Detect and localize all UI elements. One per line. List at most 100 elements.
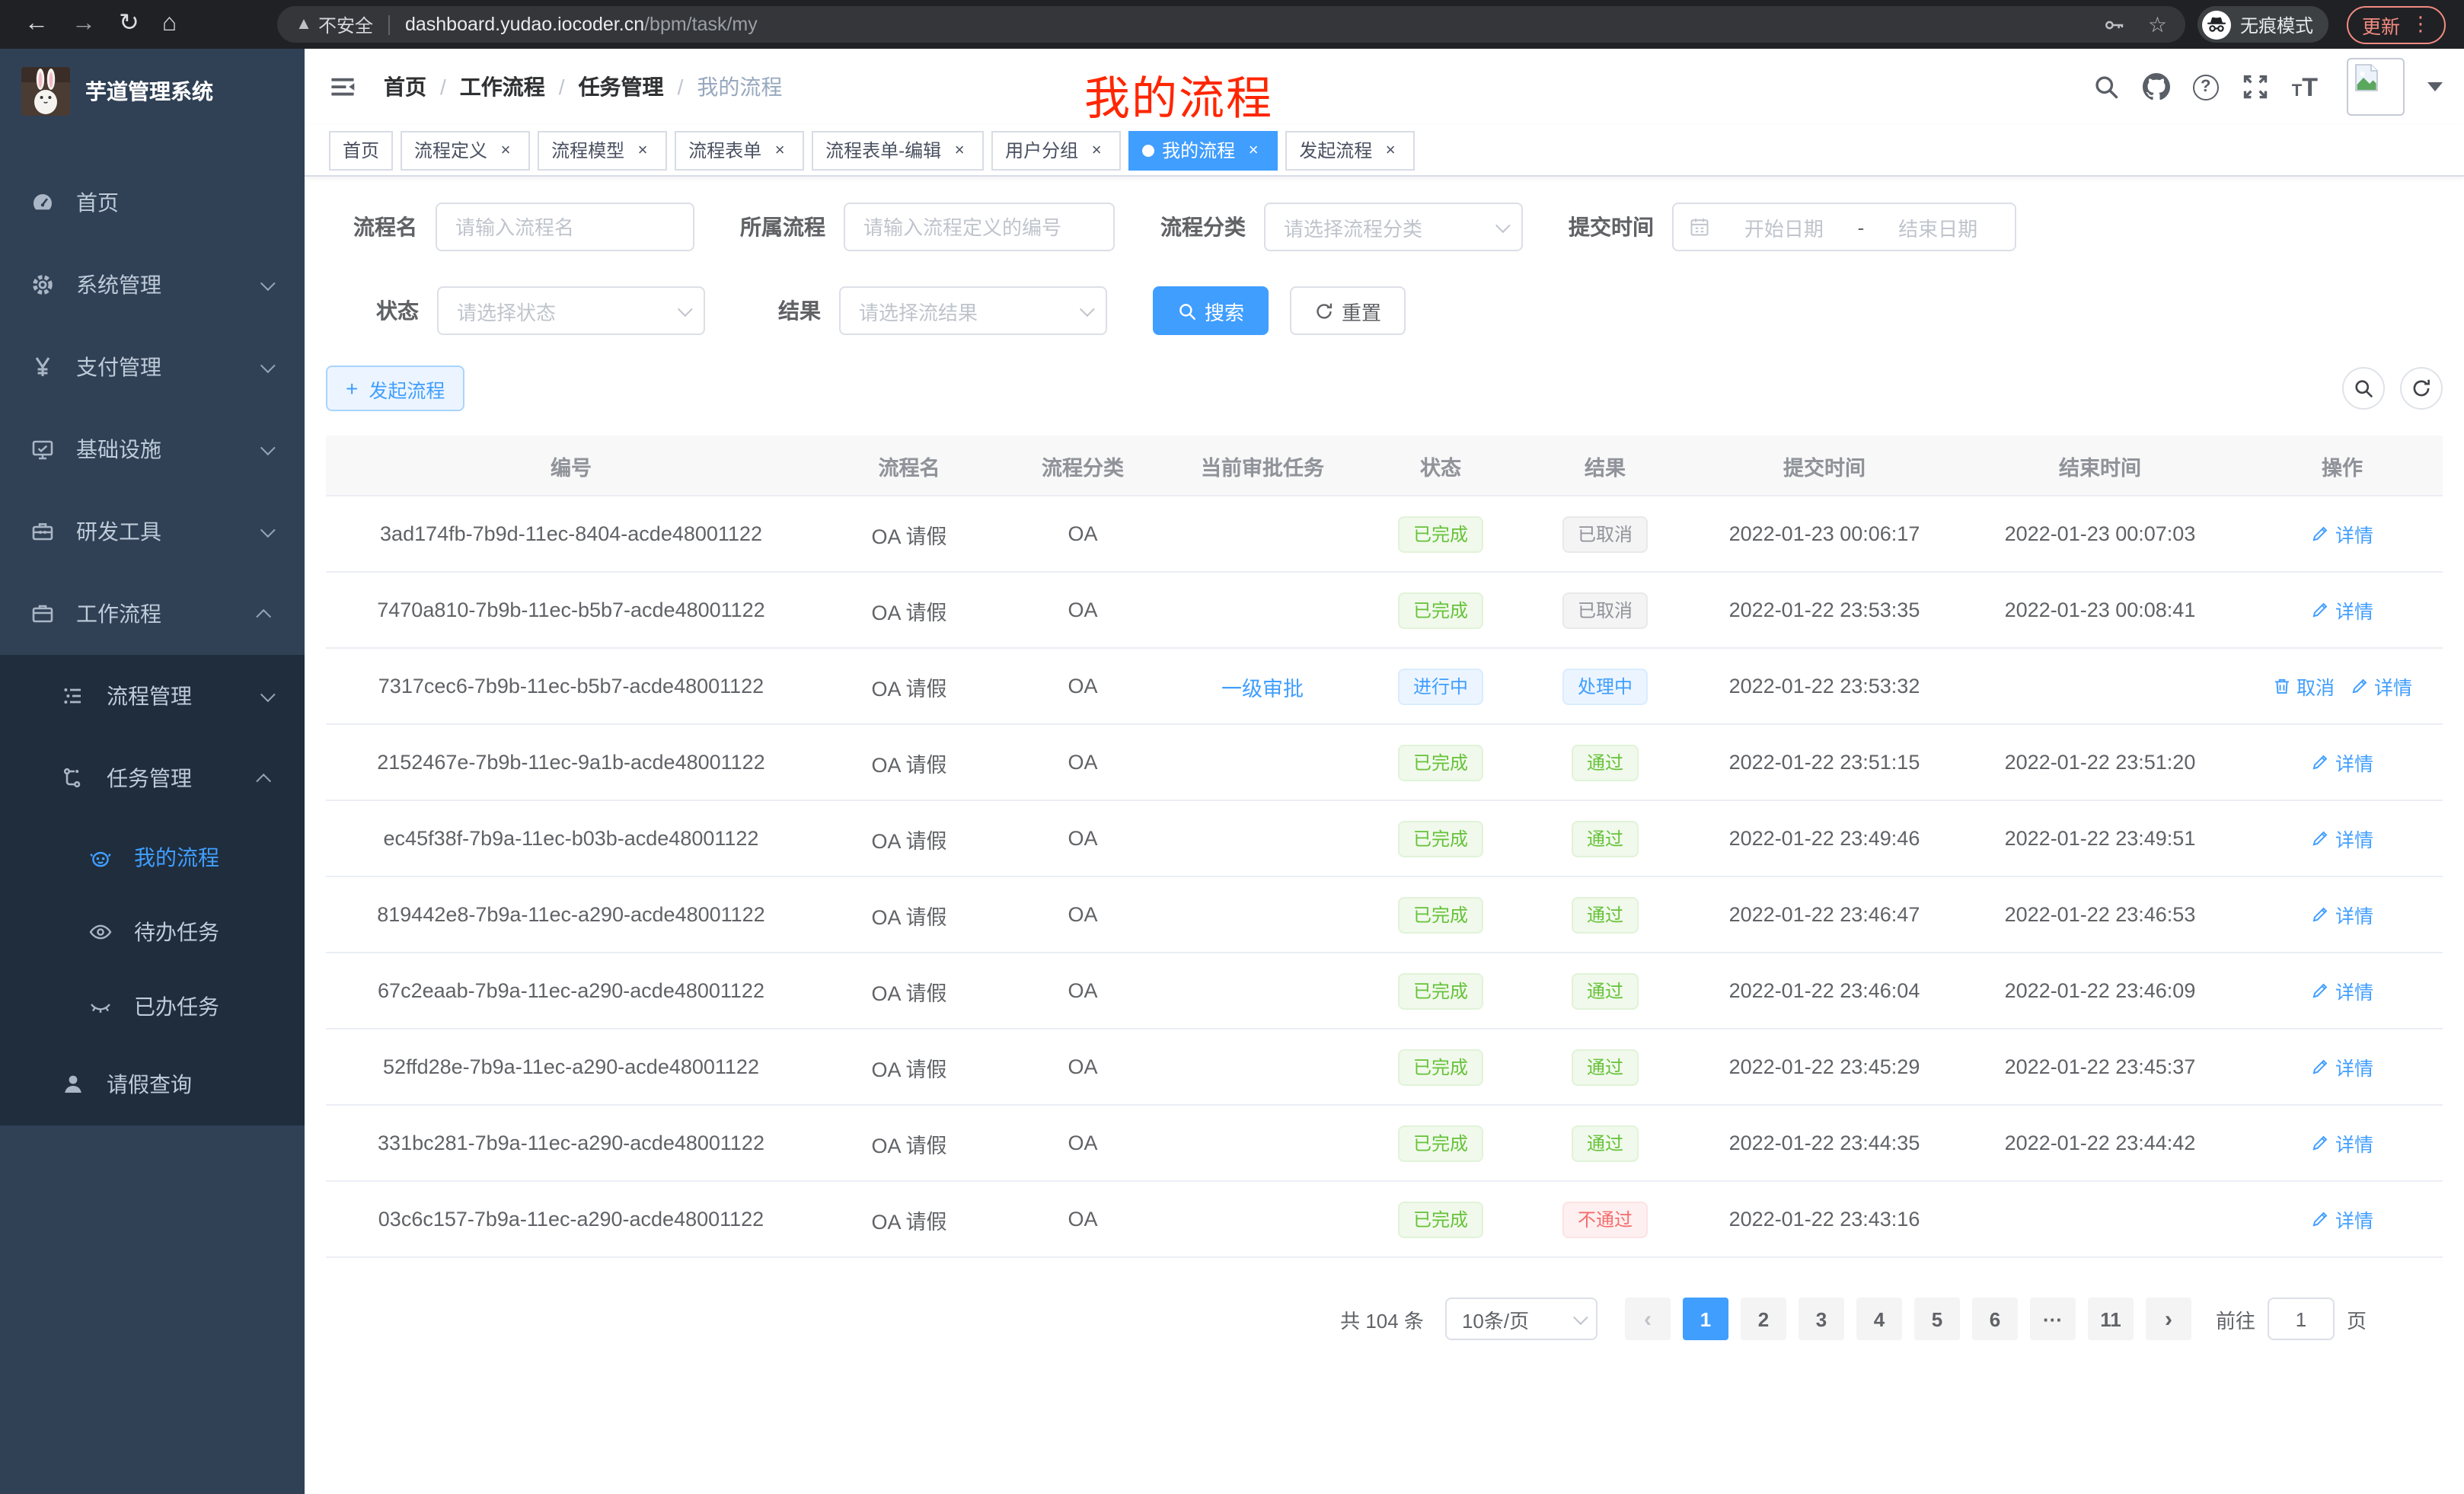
date-range-picker[interactable]: 开始日期 - 结束日期 — [1672, 203, 2016, 251]
detail-action-link[interactable]: 详情 — [2311, 900, 2373, 929]
close-icon[interactable]: × — [495, 139, 516, 161]
refresh-table-button[interactable] — [2400, 367, 2443, 410]
table-row: 3ad174fb-7b9d-11ec-8404-acde48001122OA 请… — [326, 496, 2443, 573]
page-button-11[interactable]: 11 — [2088, 1298, 2134, 1340]
bookmark-star-icon[interactable]: ☆ — [2148, 11, 2167, 37]
tab-首页[interactable]: 首页 — [329, 130, 393, 170]
result-select[interactable]: 请选择流结果 — [839, 286, 1107, 335]
page-button-1[interactable]: 1 — [1683, 1298, 1728, 1340]
page-size-select[interactable]: 10条/页 — [1445, 1298, 1597, 1340]
browser-menu-icon[interactable]: ⋮ — [2411, 12, 2430, 37]
github-icon[interactable] — [2143, 73, 2170, 101]
action-label: 详情 — [2335, 824, 2373, 853]
page-button-6[interactable]: 6 — [1972, 1298, 2018, 1340]
detail-action-link[interactable]: 详情 — [2311, 1205, 2373, 1234]
page-button-5[interactable]: 5 — [1914, 1298, 1960, 1340]
cancel-action-link[interactable]: 取消 — [2272, 672, 2335, 701]
goto-page-input[interactable] — [2268, 1298, 2335, 1340]
sidebar-item-任务管理[interactable]: 任务管理 — [0, 737, 305, 819]
detail-action-link[interactable]: 详情 — [2311, 519, 2373, 548]
table-row: 2152467e-7b9b-11ec-9a1b-acde48001122OA 请… — [326, 725, 2443, 801]
action-label: 详情 — [2335, 976, 2373, 1005]
tab-我的流程[interactable]: 我的流程× — [1128, 130, 1278, 170]
sidebar-fold-icon[interactable] — [329, 73, 356, 101]
detail-action-link[interactable]: 详情 — [2350, 672, 2412, 701]
key-icon[interactable] — [2104, 13, 2127, 36]
sidebar-logo[interactable]: 芋道管理系统 — [0, 49, 305, 134]
detail-action-link[interactable]: 详情 — [2311, 748, 2373, 777]
sidebar-item-系统管理[interactable]: 系统管理 — [0, 244, 305, 326]
tab-发起流程[interactable]: 发起流程× — [1285, 130, 1415, 170]
cell-result: 通过 — [1520, 1049, 1690, 1085]
forward-icon[interactable]: → — [72, 12, 96, 37]
next-page-button[interactable]: › — [2146, 1298, 2191, 1340]
page-button-3[interactable]: 3 — [1799, 1298, 1844, 1340]
search-icon[interactable] — [2092, 73, 2120, 101]
sidebar-item-请假查询[interactable]: 请假查询 — [0, 1043, 305, 1125]
close-icon[interactable]: × — [1380, 139, 1401, 161]
cell-id: 819442e8-7b9a-11ec-a290-acde48001122 — [326, 903, 816, 926]
avatar-caret-icon[interactable] — [2427, 82, 2443, 91]
sidebar-item-支付管理[interactable]: 支付管理 — [0, 326, 305, 408]
fullscreen-icon[interactable] — [2242, 73, 2269, 101]
cell-end-time: 2022-01-22 23:45:37 — [1958, 1055, 2242, 1078]
page-list: 123456 ··· 11 — [1677, 1298, 2140, 1340]
detail-action-link[interactable]: 详情 — [2311, 824, 2373, 853]
status-badge: 已完成 — [1398, 1049, 1483, 1085]
breadcrumb: 首页/工作流程/任务管理/我的流程 — [384, 72, 782, 102]
home-icon[interactable]: ⌂ — [162, 12, 177, 37]
close-icon[interactable]: × — [1086, 139, 1107, 161]
sidebar-item-工作流程[interactable]: 工作流程 — [0, 573, 305, 655]
detail-action-link[interactable]: 详情 — [2311, 595, 2373, 624]
tab-流程定义[interactable]: 流程定义× — [401, 130, 530, 170]
breadcrumb-item-我的流程: 我的流程 — [697, 72, 782, 102]
category-select[interactable]: 请选择流程分类 — [1264, 203, 1523, 251]
browser-update-button[interactable]: 更新 ⋮ — [2347, 5, 2446, 43]
search-button[interactable]: 搜索 — [1153, 286, 1269, 335]
reload-icon[interactable]: ↻ — [119, 12, 139, 37]
close-icon[interactable]: × — [632, 139, 653, 161]
breadcrumb-item-首页[interactable]: 首页 — [384, 72, 426, 102]
sidebar-item-我的流程[interactable]: 我的流程 — [0, 819, 305, 894]
toggle-search-button[interactable] — [2342, 367, 2385, 410]
search-icon — [2353, 378, 2374, 399]
user-avatar[interactable] — [2347, 58, 2405, 116]
sidebar-item-已办任务[interactable]: 已办任务 — [0, 969, 305, 1043]
close-icon[interactable]: × — [769, 139, 790, 161]
sidebar-item-基础设施[interactable]: 基础设施 — [0, 408, 305, 490]
cell-submit-time: 2022-01-22 23:45:29 — [1690, 1055, 1958, 1078]
tab-用户分组[interactable]: 用户分组× — [991, 130, 1121, 170]
filter-submit-time: 提交时间 开始日期 - 结束日期 — [1569, 203, 2016, 251]
app-title: 芋道管理系统 — [85, 76, 213, 107]
name-input[interactable] — [437, 204, 693, 250]
cell-submit-time: 2022-01-22 23:46:47 — [1690, 903, 1958, 926]
close-icon[interactable]: × — [1243, 139, 1264, 161]
reset-button[interactable]: 重置 — [1290, 286, 1406, 335]
page-button-2[interactable]: 2 — [1741, 1298, 1786, 1340]
detail-action-link[interactable]: 详情 — [2311, 976, 2373, 1005]
address-bar[interactable]: ▲ 不安全 dashboard.yudao.iocoder.cn /bpm/ta… — [277, 6, 2185, 43]
font-size-icon[interactable]: TT — [2292, 74, 2318, 100]
process-input[interactable] — [845, 204, 1113, 250]
tab-流程表单[interactable]: 流程表单× — [675, 130, 804, 170]
detail-action-link[interactable]: 详情 — [2311, 1052, 2373, 1081]
page-size-value: 10条/页 — [1462, 1304, 1529, 1333]
breadcrumb-item-任务管理[interactable]: 任务管理 — [579, 72, 664, 102]
help-icon[interactable]: ? — [2193, 74, 2219, 100]
sidebar-item-首页[interactable]: 首页 — [0, 161, 305, 244]
detail-action-link[interactable]: 详情 — [2311, 1128, 2373, 1157]
tab-流程表单-编辑[interactable]: 流程表单-编辑× — [812, 130, 984, 170]
back-icon[interactable]: ← — [24, 12, 49, 37]
sidebar-item-研发工具[interactable]: 研发工具 — [0, 490, 305, 573]
tab-流程模型[interactable]: 流程模型× — [538, 130, 667, 170]
sidebar-item-待办任务[interactable]: 待办任务 — [0, 894, 305, 969]
breadcrumb-item-工作流程[interactable]: 工作流程 — [460, 72, 545, 102]
current-task-link[interactable]: 一级审批 — [1221, 677, 1304, 700]
status-select[interactable]: 请选择状态 — [437, 286, 705, 335]
close-icon[interactable]: × — [949, 139, 970, 161]
create-process-button[interactable]: + 发起流程 — [326, 366, 464, 411]
sidebar-item-流程管理[interactable]: 流程管理 — [0, 655, 305, 737]
more-pages-icon[interactable]: ··· — [2030, 1298, 2076, 1340]
prev-page-button[interactable]: ‹ — [1625, 1298, 1671, 1340]
page-button-4[interactable]: 4 — [1856, 1298, 1902, 1340]
